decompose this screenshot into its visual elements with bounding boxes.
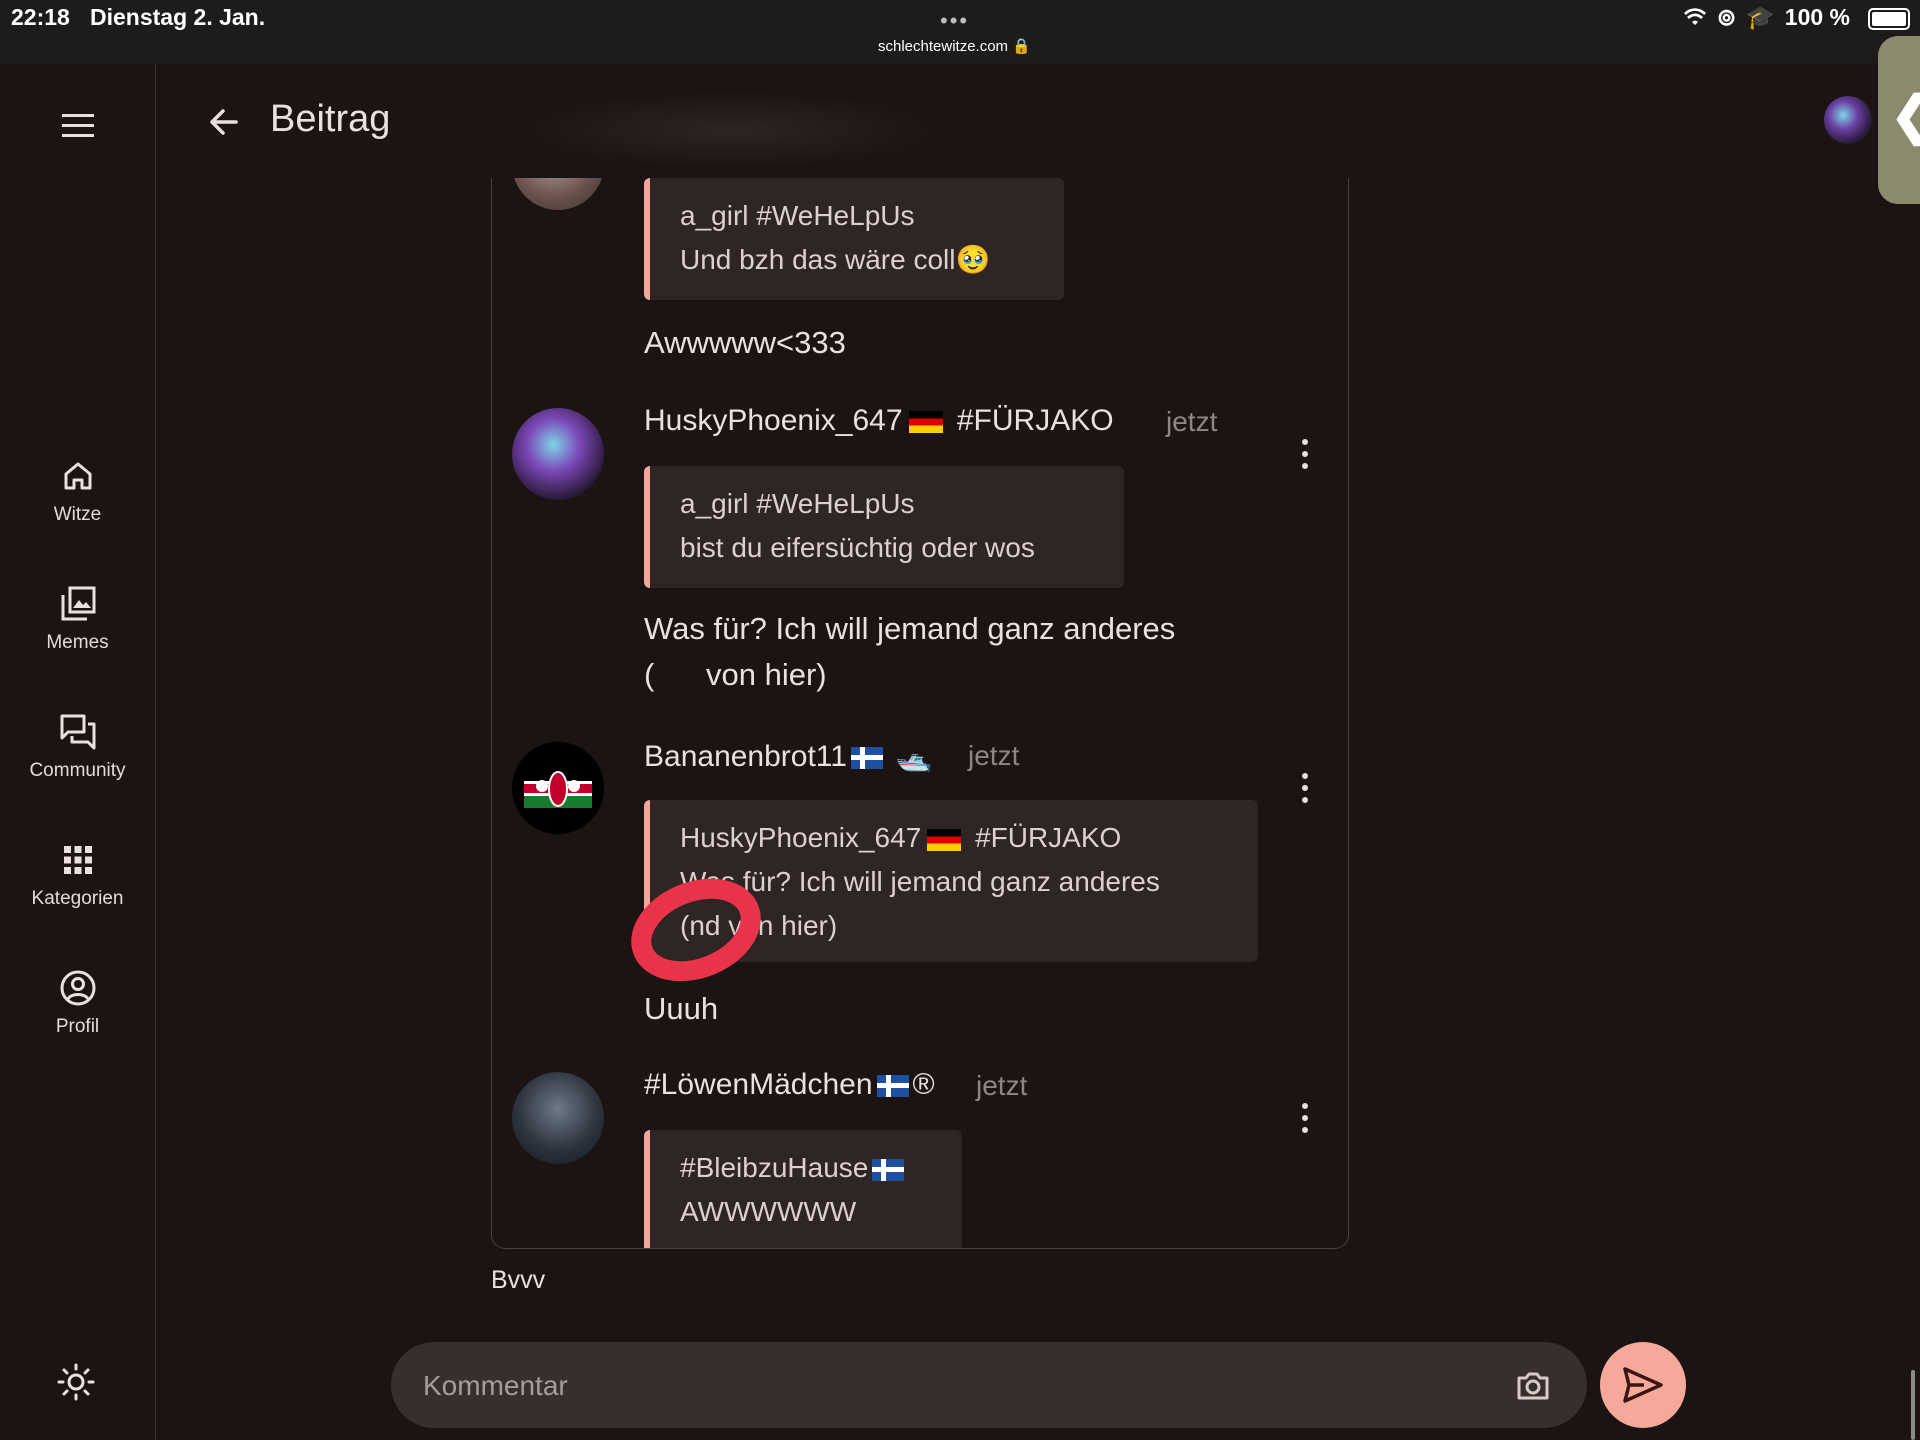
nav-label: Memes: [46, 632, 109, 653]
ship-icon: 🛥️: [895, 740, 933, 773]
scrollbar[interactable]: [1911, 1370, 1915, 1440]
multitasking-dots[interactable]: •••: [940, 8, 969, 34]
theme-toggle-sun-icon[interactable]: [56, 1362, 96, 1402]
nav-label: Profil: [55, 1016, 100, 1037]
send-icon: [1623, 1367, 1663, 1403]
apps-grid-icon: [63, 846, 92, 874]
germany-flag-icon: [927, 828, 962, 851]
comment-input[interactable]: [421, 1362, 1425, 1410]
forum-icon: [60, 714, 95, 750]
avatar[interactable]: [512, 742, 604, 834]
comment-author[interactable]: Bananenbrot11 🛥️: [644, 739, 933, 774]
send-button[interactable]: [1600, 1342, 1686, 1428]
lock-icon: 🔒: [1012, 38, 1031, 55]
blurred-content: [520, 90, 940, 170]
nav-item-memes[interactable]: Memes: [0, 584, 155, 654]
nav-item-profil[interactable]: Profil: [0, 968, 155, 1038]
finland-flag-icon: [876, 1075, 909, 1098]
germany-flag-icon: [908, 411, 943, 434]
quote-author: #BleibzuHause: [680, 1146, 932, 1190]
red-circle-annotation: [631, 878, 761, 982]
quote-text: Und bzh das wäre coll🥹: [680, 244, 991, 275]
camera-icon[interactable]: [1513, 1366, 1553, 1406]
page-title: Beitrag: [270, 98, 391, 140]
comment-time: jetzt: [968, 740, 1020, 771]
battery-percent: 100 %: [1784, 4, 1850, 30]
avatar[interactable]: [512, 178, 604, 210]
user-avatar[interactable]: [1824, 96, 1872, 144]
quoted-reply[interactable]: a_girl #WeHeLpUs bist du eifersüchtig od…: [644, 466, 1124, 588]
post-text: Bvvv: [491, 1266, 546, 1294]
image-library-icon: [61, 586, 95, 621]
battery-icon: [1868, 8, 1910, 30]
more-options-icon[interactable]: [1300, 773, 1310, 805]
status-bar: 22:18 Dienstag 2. Jan. ••• schlechtewitz…: [0, 0, 1920, 64]
avatar[interactable]: [512, 408, 604, 500]
account-circle-icon: [60, 970, 95, 1006]
page-url[interactable]: schlechtewitze.com 🔒: [878, 37, 1031, 55]
comment-composer: [391, 1342, 1587, 1428]
nav-item-kategorien[interactable]: Kategorien: [0, 840, 155, 910]
home-icon: [64, 462, 91, 490]
quote-author: a_girl #WeHeLpUs: [680, 488, 915, 519]
comment-text: Was für? Ich will jemand ganz anderes ( …: [644, 611, 1176, 692]
quote-text: AWWWWWW: [680, 1196, 857, 1227]
more-options-icon[interactable]: [1300, 439, 1310, 471]
comment-text: Awwwww<333: [644, 325, 846, 360]
back-arrow-icon[interactable]: [206, 104, 242, 140]
comment-author[interactable]: #LöwenMädchen ®: [644, 1068, 935, 1102]
finland-flag-icon: [850, 747, 883, 770]
top-app-bar: [156, 64, 1920, 178]
nav-label: Community: [29, 760, 126, 781]
side-panel-toggle[interactable]: ❮: [1878, 36, 1920, 204]
quote-author: HuskyPhoenix_647 #FÜRJAKO: [680, 822, 1122, 853]
comment-text: Uuuh: [644, 991, 719, 1026]
quoted-reply[interactable]: #BleibzuHause AWWWWWW: [644, 1130, 962, 1248]
more-options-icon[interactable]: [1300, 1103, 1310, 1135]
menu-button[interactable]: [58, 106, 98, 146]
comment-time: jetzt: [976, 1070, 1028, 1101]
nav-item-witze[interactable]: Witze: [0, 456, 155, 526]
nav-item-community[interactable]: Community: [0, 712, 155, 782]
finland-flag-icon: [872, 1158, 905, 1181]
graduation-cap-icon: 🎓: [1746, 4, 1775, 30]
nav-label: Witze: [53, 504, 102, 525]
reply-thread-card: a_girl #WeHeLpUs Und bzh das wäre coll🥹 …: [491, 178, 1349, 1249]
avatar[interactable]: [512, 1072, 604, 1164]
status-time: 22:18: [11, 4, 70, 30]
comment-time: jetzt: [1166, 406, 1218, 437]
kenya-flag-avatar-icon: [512, 742, 604, 834]
quote-author: a_girl #WeHeLpUs: [680, 200, 915, 231]
screen-lock-icon: ⊚: [1716, 4, 1737, 30]
quote-text: bist du eifersüchtig oder wos: [680, 532, 1035, 563]
wifi-icon: [1683, 7, 1706, 25]
nav-label: Kategorien: [31, 888, 124, 909]
quoted-reply[interactable]: a_girl #WeHeLpUs Und bzh das wäre coll🥹: [644, 178, 1064, 300]
comment-author[interactable]: HuskyPhoenix_647 #FÜRJAKO: [644, 404, 1114, 438]
chevron-left-icon: ❮: [1890, 86, 1920, 146]
status-date: Dienstag 2. Jan.: [90, 4, 266, 30]
